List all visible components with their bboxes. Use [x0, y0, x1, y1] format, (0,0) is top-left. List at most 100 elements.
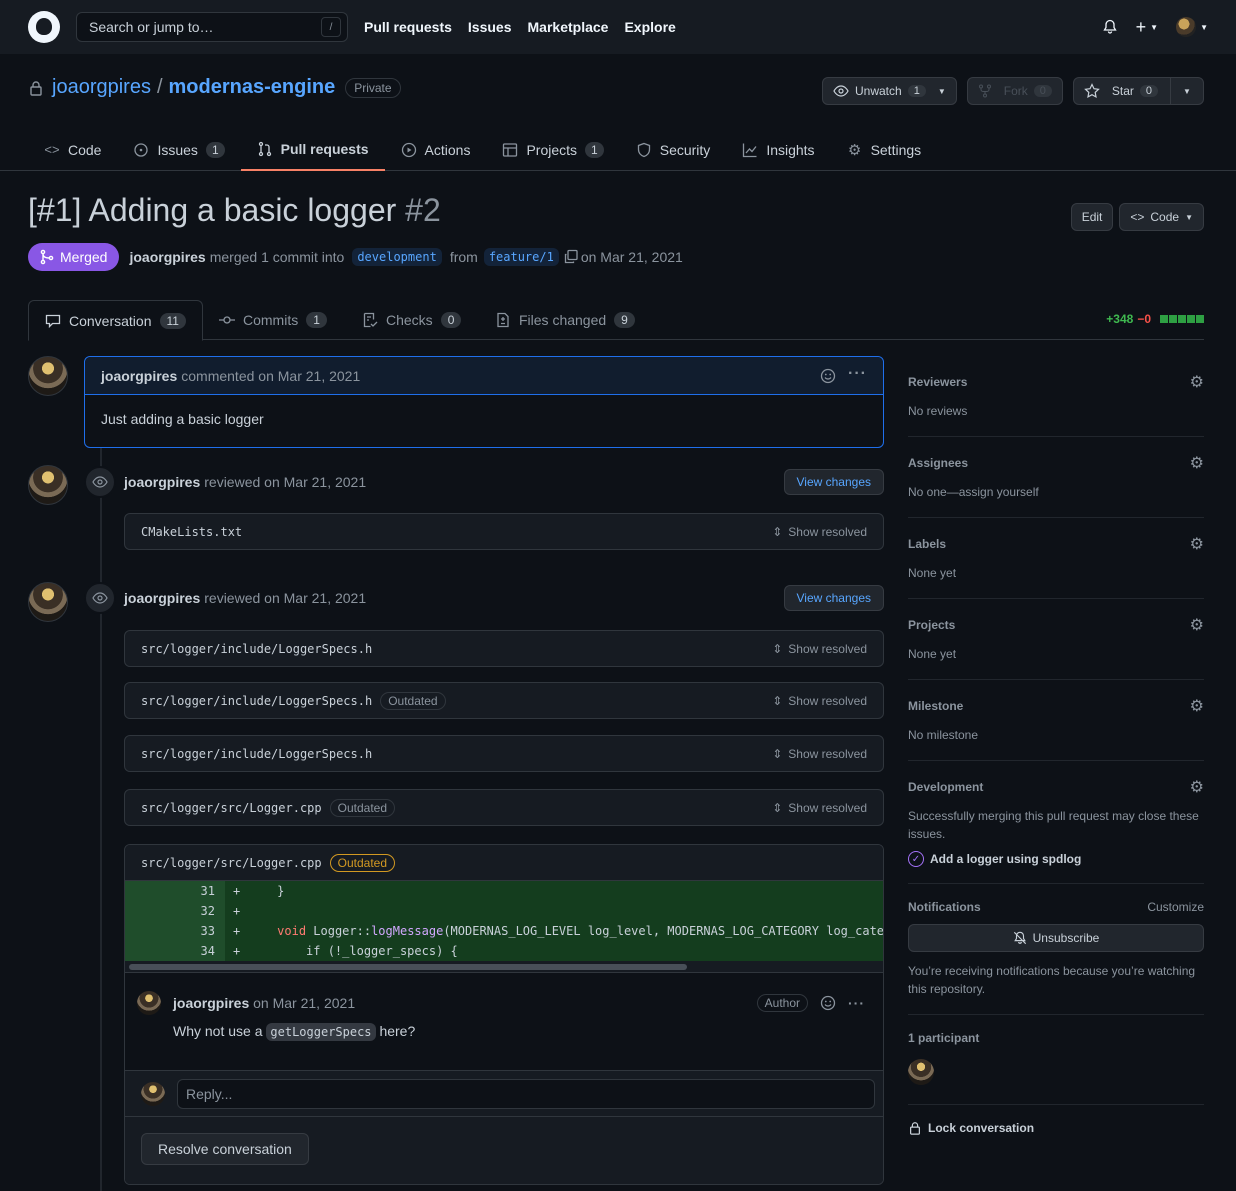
review-file[interactable]: src/logger/include/LoggerSpecs.h ⇕ Show r… [124, 630, 884, 667]
file-path: src/logger/src/Logger.cpp [141, 800, 322, 815]
sidebar-section-title[interactable]: Reviewers ⚙ [908, 372, 1204, 392]
star-list-dropdown[interactable]: ▼ [1170, 77, 1204, 105]
head-branch[interactable]: feature/1 [483, 248, 559, 266]
tab-conversation[interactable]: Conversation 11 [28, 300, 203, 341]
linked-issue[interactable]: ✓ Add a logger using spdlog [908, 851, 1204, 867]
lock-conversation-button[interactable]: Lock conversation [908, 1105, 1204, 1151]
avatar[interactable] [908, 1059, 934, 1085]
avatar[interactable] [28, 356, 68, 396]
tab-issues[interactable]: Issues 1 [117, 128, 240, 171]
nav-explore[interactable]: Explore [624, 19, 675, 35]
avatar[interactable] [137, 991, 161, 1015]
unsubscribe-label: Unsubscribe [1032, 931, 1100, 945]
show-resolved-button[interactable]: ⇕ Show resolved [772, 525, 867, 539]
reply-input[interactable]: Reply... [177, 1078, 875, 1109]
repo-title: joaorgpires / modernas-engine Private [28, 76, 401, 99]
gear-icon[interactable]: ⚙ [1190, 372, 1204, 392]
smiley-icon[interactable] [820, 995, 836, 1011]
edit-title-button[interactable]: Edit [1070, 203, 1114, 231]
unwatch-button[interactable]: Unwatch 1 ▼ [822, 77, 957, 105]
tab-insights[interactable]: Insights [726, 128, 830, 171]
review-file[interactable]: CMakeLists.txt ⇕ Show resolved [124, 513, 884, 550]
fork-button[interactable]: Fork 0 [966, 77, 1063, 105]
gear-icon[interactable]: ⚙ [1190, 777, 1204, 797]
repo-separator: / [156, 76, 163, 98]
line-code: + } [225, 881, 883, 901]
review-event: joaorgpires reviewed on Mar 21, 2021 Vie… [84, 466, 884, 498]
tab-checks[interactable]: Checks 0 [346, 300, 477, 340]
gear-icon[interactable]: ⚙ [1190, 534, 1204, 554]
thread-file-path[interactable]: src/logger/src/Logger.cpp [141, 856, 322, 870]
tab-settings[interactable]: ⚙ Settings [831, 128, 938, 171]
base-branch[interactable]: development [352, 248, 442, 266]
bell-icon[interactable] [1102, 19, 1118, 35]
sidebar-section-title[interactable]: Labels ⚙ [908, 534, 1204, 554]
thread-comment-meta: joaorgpires on Mar 21, 2021 [173, 995, 355, 1011]
kebab-horizontal-icon[interactable]: ··· [848, 365, 867, 384]
customize-link[interactable]: Customize [1147, 900, 1204, 914]
code-text: if (!_logger_specs) { [248, 944, 458, 958]
resolve-conversation-button[interactable]: Resolve conversation [141, 1133, 309, 1165]
review-author-link[interactable]: joaorgpires [124, 590, 200, 606]
review-file[interactable]: src/logger/src/Logger.cpp Outdated ⇕ Show… [124, 789, 884, 826]
kebab-horizontal-icon[interactable]: ··· [848, 995, 865, 1011]
fork-label: Fork [1003, 84, 1028, 98]
repo-name-link[interactable]: modernas-engine [169, 76, 336, 99]
sidebar-section-title[interactable]: Milestone ⚙ [908, 696, 1204, 716]
smiley-icon[interactable] [820, 368, 836, 384]
plus-dropdown-icon[interactable]: + ▼ [1136, 17, 1158, 38]
slash-shortcut-icon: / [321, 17, 341, 37]
unsubscribe-button[interactable]: Unsubscribe [908, 924, 1204, 952]
projects-count: 1 [585, 141, 604, 158]
comment-body: Just adding a basic logger [101, 411, 264, 427]
gear-icon[interactable]: ⚙ [1190, 615, 1204, 635]
review-file[interactable]: src/logger/include/LoggerSpecs.h Outdate… [124, 682, 884, 719]
tab-projects[interactable]: Projects 1 [486, 128, 619, 171]
copy-icon[interactable] [563, 249, 579, 265]
review-file[interactable]: src/logger/include/LoggerSpecs.h ⇕ Show r… [124, 735, 884, 772]
view-changes-button[interactable]: View changes [783, 469, 884, 495]
show-resolved-button[interactable]: ⇕ Show resolved [772, 694, 867, 708]
tab-commits[interactable]: Commits 1 [203, 300, 343, 340]
tab-actions[interactable]: Actions [385, 128, 487, 171]
nav-pull-requests[interactable]: Pull requests [364, 19, 452, 35]
horizontal-scrollbar[interactable] [125, 961, 883, 973]
pr-author-link[interactable]: joaorgpires [129, 249, 205, 265]
diffstat-block [1178, 315, 1186, 323]
comment-author-link[interactable]: joaorgpires [101, 368, 177, 384]
review-author-link[interactable]: joaorgpires [124, 474, 200, 490]
view-changes-button[interactable]: View changes [783, 585, 884, 611]
nav-issues[interactable]: Issues [468, 19, 512, 35]
code-dropdown-button[interactable]: <> Code ▼ [1119, 203, 1204, 231]
show-resolved-button[interactable]: ⇕ Show resolved [772, 642, 867, 656]
repo-owner-link[interactable]: joaorgpires [52, 76, 151, 99]
sidebar-section-title[interactable]: Projects ⚙ [908, 615, 1204, 635]
gear-icon[interactable]: ⚙ [1190, 453, 1204, 473]
avatar[interactable] [28, 465, 68, 505]
thread-comment-author[interactable]: joaorgpires [173, 995, 249, 1011]
tab-files-changed[interactable]: Files changed 9 [479, 300, 651, 340]
pr-number: #2 [405, 192, 441, 228]
line-number: 33 [125, 921, 225, 941]
avatar[interactable] [28, 582, 68, 622]
sidebar-section-title[interactable]: Assignees ⚙ [908, 453, 1204, 473]
gear-icon[interactable]: ⚙ [1190, 696, 1204, 716]
star-icon [1084, 83, 1100, 99]
thread-comment-body: Why not use a getLoggerSpecs here? [173, 1023, 871, 1041]
user-menu[interactable]: ▼ [1176, 17, 1208, 37]
star-button[interactable]: Star 0 [1072, 77, 1171, 105]
tab-pull-requests[interactable]: Pull requests [240, 128, 385, 171]
tab-security[interactable]: Security [620, 128, 727, 171]
search-input[interactable]: Search or jump to… / [76, 12, 348, 42]
nav-marketplace[interactable]: Marketplace [528, 19, 609, 35]
show-resolved-label: Show resolved [788, 746, 867, 761]
show-resolved-button[interactable]: ⇕ Show resolved [772, 801, 867, 815]
assignees-value[interactable]: No one—assign yourself [908, 483, 1204, 501]
tab-code[interactable]: <> Code [28, 128, 117, 171]
show-resolved-button[interactable]: ⇕ Show resolved [772, 747, 867, 761]
unwatch-count: 1 [907, 85, 926, 97]
sidebar-section-title[interactable]: Development ⚙ [908, 777, 1204, 797]
github-logo-icon[interactable] [28, 11, 60, 43]
diffstat: +348 −0 [1106, 312, 1204, 326]
